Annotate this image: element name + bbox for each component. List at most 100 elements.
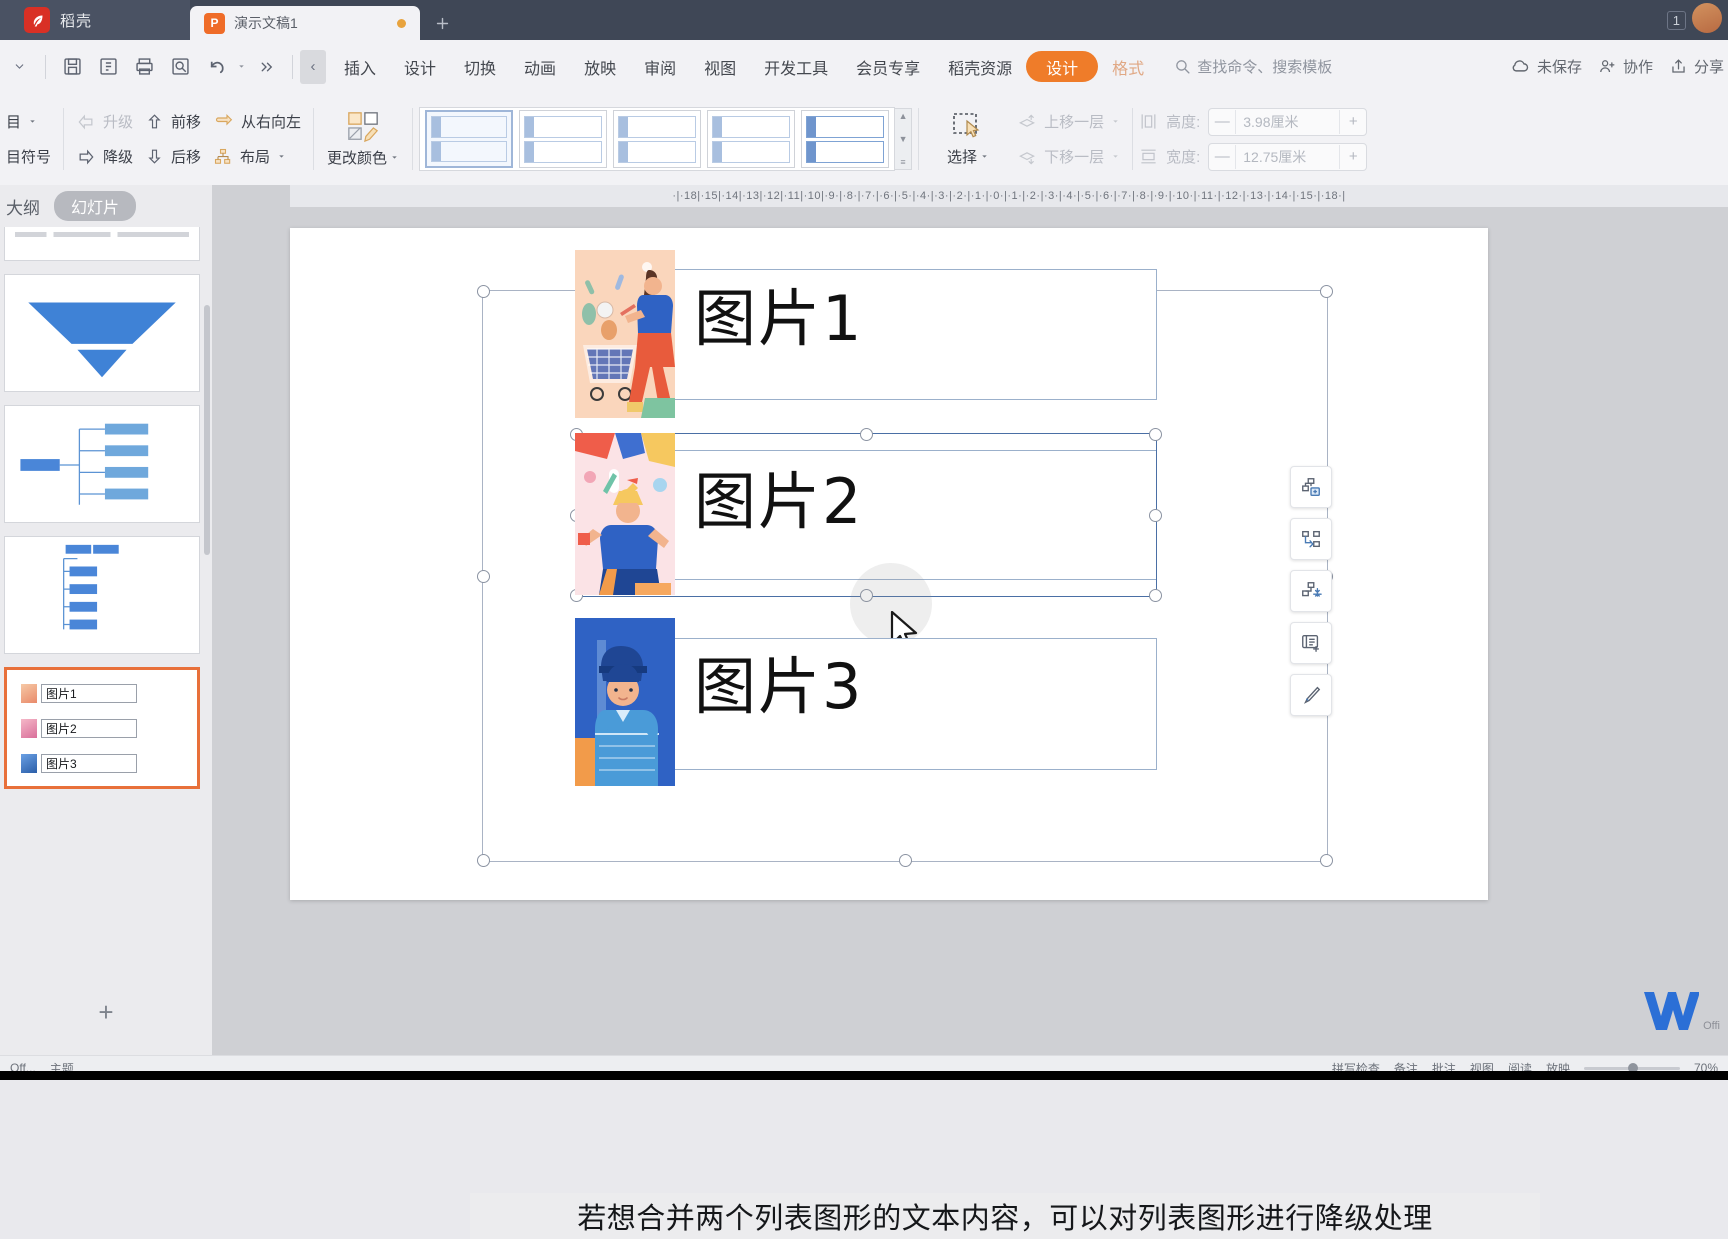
document-tab[interactable]: P 演示文稿1 [190, 6, 420, 40]
navigator-scrollbar[interactable] [204, 305, 210, 555]
print-icon[interactable] [127, 50, 161, 84]
height-stepper[interactable]: — 3.98厘米 + [1208, 107, 1368, 136]
change-layout-button[interactable] [1290, 518, 1332, 560]
row-2-label[interactable]: 图片2 [694, 471, 863, 533]
unsaved-status[interactable]: 未保存 [1510, 56, 1582, 77]
bring-forward-button[interactable]: 上移一层 [1011, 108, 1126, 136]
save-icon[interactable] [55, 50, 89, 84]
undo-icon[interactable] [199, 50, 233, 84]
tab-slideshow[interactable]: 放映 [570, 50, 630, 84]
row2-handle-mid-right[interactable] [1149, 509, 1162, 522]
thumbnail-slide-1[interactable] [4, 227, 200, 261]
tab-smartart-design[interactable]: 设计 [1026, 51, 1099, 82]
add-text-pane-button[interactable] [1290, 622, 1332, 664]
height-value[interactable]: 3.98厘米 [1235, 109, 1341, 134]
gallery-scroll-down[interactable]: ▼ [899, 134, 908, 144]
gallery-style-3[interactable] [613, 110, 702, 168]
row-3-image[interactable] [575, 618, 675, 786]
tab-animation[interactable]: 动画 [510, 50, 570, 84]
handle-bottom-left[interactable] [477, 854, 490, 867]
new-tab-button[interactable] [420, 6, 464, 40]
print-preview-icon[interactable] [163, 50, 197, 84]
tab-review[interactable]: 审阅 [630, 50, 690, 84]
zoom-slider[interactable] [1583, 1062, 1680, 1073]
chevron-down-icon [279, 155, 284, 158]
row-2-image[interactable] [575, 433, 675, 595]
tab-view[interactable]: 视图 [690, 50, 750, 84]
tab-resources[interactable]: 稻壳资源 [934, 50, 1026, 84]
tab-transition[interactable]: 切换 [450, 50, 510, 84]
chevron-down-icon [982, 155, 987, 158]
demote-button[interactable]: 降级 [70, 143, 139, 171]
thumbnail-slide-4[interactable] [4, 536, 200, 654]
handle-top-left[interactable] [477, 285, 490, 298]
move-down-button[interactable]: 后移 [139, 143, 207, 171]
app-menu-chevron-icon[interactable] [2, 50, 36, 84]
width-stepper[interactable]: — 12.75厘米 + [1208, 142, 1368, 171]
gallery-style-5[interactable] [801, 110, 890, 168]
width-value[interactable]: 12.75厘米 [1235, 144, 1341, 169]
slide-editing-surface[interactable]: 图片1 图片2 图片3 [290, 228, 1488, 900]
width-plus-button[interactable]: + [1340, 145, 1366, 169]
handle-bottom-right[interactable] [1320, 854, 1333, 867]
bullet-symbol-button[interactable]: 目符号 [0, 143, 57, 171]
collaborate-icon [1600, 60, 1615, 73]
tab-outline[interactable]: 大纲 [6, 194, 40, 219]
handle-top-right[interactable] [1320, 285, 1333, 298]
add-slide-button[interactable]: + [0, 994, 212, 1030]
home-tab[interactable]: 稻壳 [0, 0, 190, 40]
tab-smartart-format[interactable]: 格式 [1098, 50, 1158, 84]
promote-button[interactable]: 升级 [70, 108, 139, 136]
send-backward-button[interactable]: 下移一层 [1011, 143, 1126, 171]
row2-handle-top-center[interactable] [860, 428, 873, 441]
rtl-button[interactable]: 从右向左 [207, 108, 307, 136]
watermark-caption: Offi [1703, 1020, 1720, 1032]
move-up-button[interactable]: 前移 [139, 108, 207, 136]
thumbnail-slide-3[interactable] [4, 405, 200, 523]
row-3-label[interactable]: 图片3 [694, 656, 863, 718]
collapse-ribbon-button[interactable]: ‹ [300, 49, 326, 84]
row-1-image[interactable] [575, 250, 675, 418]
slide-thumbnail-list[interactable]: 图片1 图片2 图片3 [0, 227, 212, 994]
tab-slides[interactable]: 幻灯片 [54, 191, 137, 221]
gallery-style-4[interactable] [707, 110, 796, 168]
row2-handle-top-right[interactable] [1149, 428, 1162, 441]
move-up-label: 前移 [171, 114, 202, 131]
select-objects-button[interactable]: 选择 [925, 111, 1011, 167]
smartart-style-gallery: ▲ ▼ ≡ [419, 107, 913, 171]
width-minus-button[interactable]: — [1209, 145, 1235, 169]
tab-developer[interactable]: 开发工具 [750, 50, 842, 84]
watermark: Offi [1641, 986, 1720, 1032]
share-button[interactable]: 分享 [1669, 56, 1724, 77]
more-commands-icon[interactable] [249, 50, 283, 84]
format-painter-button[interactable] [1290, 674, 1332, 716]
thumbnail-slide-2[interactable] [4, 274, 200, 392]
handle-mid-left[interactable] [477, 570, 490, 583]
thumbnail-slide-5[interactable]: 图片1 图片2 图片3 [4, 667, 200, 789]
avatar[interactable] [1692, 3, 1722, 33]
add-shape-button[interactable] [1290, 466, 1332, 508]
window-count-badge[interactable]: 1 [1666, 10, 1686, 30]
layout-button[interactable]: 布局 [207, 143, 307, 171]
change-colors-button[interactable]: 更改颜色 [320, 110, 406, 168]
row-1-label[interactable]: 图片1 [694, 288, 863, 350]
height-minus-button[interactable]: — [1209, 110, 1235, 134]
bullet-list-button[interactable]: 目 [0, 108, 57, 136]
tab-design[interactable]: 设计 [390, 50, 450, 84]
collaborate-button[interactable]: 协作 [1598, 56, 1653, 77]
horizontal-ruler[interactable]: ·|·18|·15|·14|·13|·12|·11|·10|·9·|·8·|·7… [290, 185, 1728, 207]
gallery-style-1[interactable] [425, 110, 514, 168]
undo-dropdown-icon[interactable] [235, 50, 247, 84]
search-box[interactable]: 查找命令、搜索模板 [1174, 56, 1332, 77]
tab-member[interactable]: 会员专享 [842, 50, 934, 84]
move-shape-button[interactable] [1290, 570, 1332, 612]
gallery-style-2[interactable] [519, 110, 608, 168]
height-plus-button[interactable]: + [1340, 110, 1366, 134]
tab-insert[interactable]: 插入 [330, 50, 390, 84]
handle-bottom-center[interactable] [899, 854, 912, 867]
row2-handle-bottom-right[interactable] [1149, 589, 1162, 602]
gallery-scroll-up[interactable]: ▲ [899, 111, 908, 121]
gallery-scroll-more[interactable]: ≡ [900, 157, 905, 167]
save-as-icon[interactable] [91, 50, 125, 84]
gallery-scrollbar[interactable]: ▲ ▼ ≡ [895, 108, 913, 170]
